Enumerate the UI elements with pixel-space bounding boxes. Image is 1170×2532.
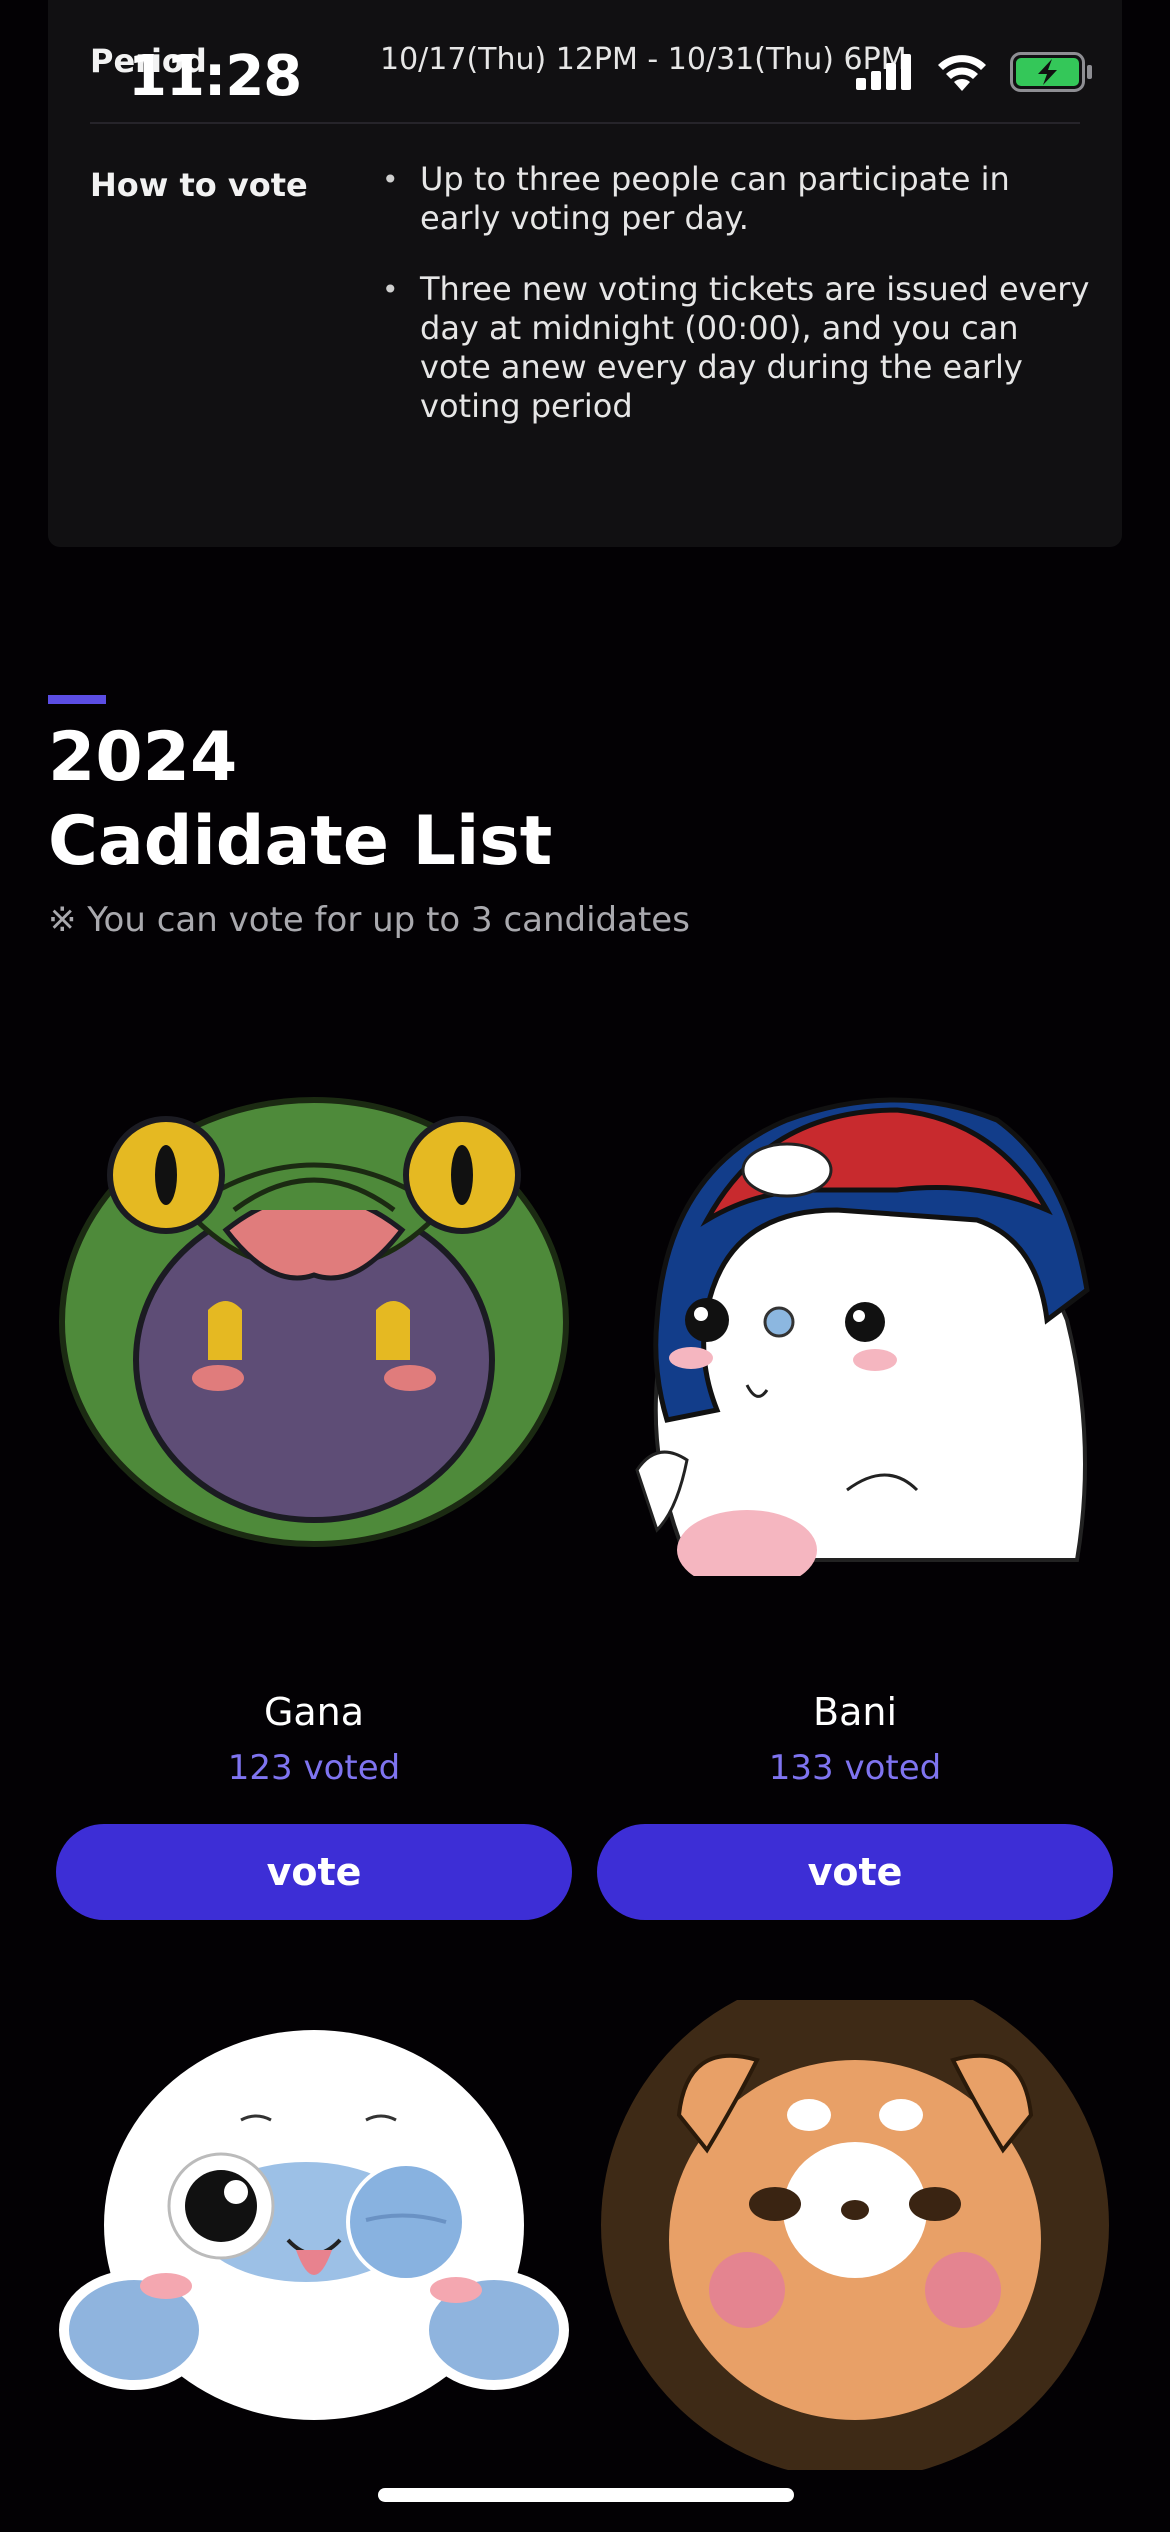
vote-page: Period 10/17(Thu) 12PM - 10/31(Thu) 6PM …: [0, 0, 1170, 2532]
candidate-avatar-shiba[interactable]: [597, 2000, 1113, 2470]
candidate-card-3: [56, 2000, 572, 2450]
section-accent-bar: [48, 695, 106, 704]
bullet-icon: •: [382, 273, 399, 306]
candidate-card-gana: Gana 123 voted vote: [56, 1060, 572, 1930]
candidate-avatar-bani[interactable]: [597, 1060, 1113, 1576]
home-indicator[interactable]: [378, 2488, 794, 2502]
candidate-vote-count: 123 voted: [227, 1748, 401, 1788]
how-to-vote-label: How to vote: [90, 166, 308, 204]
candidate-name: Gana: [263, 1690, 365, 1734]
section-title: Cadidate List: [48, 802, 553, 881]
status-icons: [856, 52, 1094, 92]
signal-icon: [856, 54, 911, 90]
vote-button-gana[interactable]: vote: [56, 1824, 572, 1920]
list-item: • Three new voting tickets are issued ev…: [382, 270, 1090, 425]
battery-charging-icon: [1010, 52, 1092, 92]
candidate-avatar-gana[interactable]: [56, 1060, 572, 1576]
status-time: 11:28: [128, 44, 302, 109]
section-year: 2024: [48, 718, 238, 797]
candidate-card-bani: Bani 133 voted vote: [597, 1060, 1113, 1930]
candidate-name: Bani: [813, 1690, 897, 1734]
wifi-icon: [938, 55, 986, 91]
how-to-vote-list: • Up to three people can participate in …: [380, 160, 1090, 458]
candidate-avatar-seal[interactable]: [56, 2000, 572, 2440]
vote-button-bani[interactable]: vote: [597, 1824, 1113, 1920]
vote-limit-notice: ※ You can vote for up to 3 candidates: [48, 900, 690, 940]
candidate-vote-count: 133 voted: [768, 1748, 942, 1788]
list-item: • Up to three people can participate in …: [382, 160, 1010, 237]
period-value: 10/17(Thu) 12PM - 10/31(Thu) 6PM: [380, 42, 907, 77]
candidate-card-4: [597, 2000, 1113, 2470]
bullet-icon: •: [382, 163, 399, 196]
